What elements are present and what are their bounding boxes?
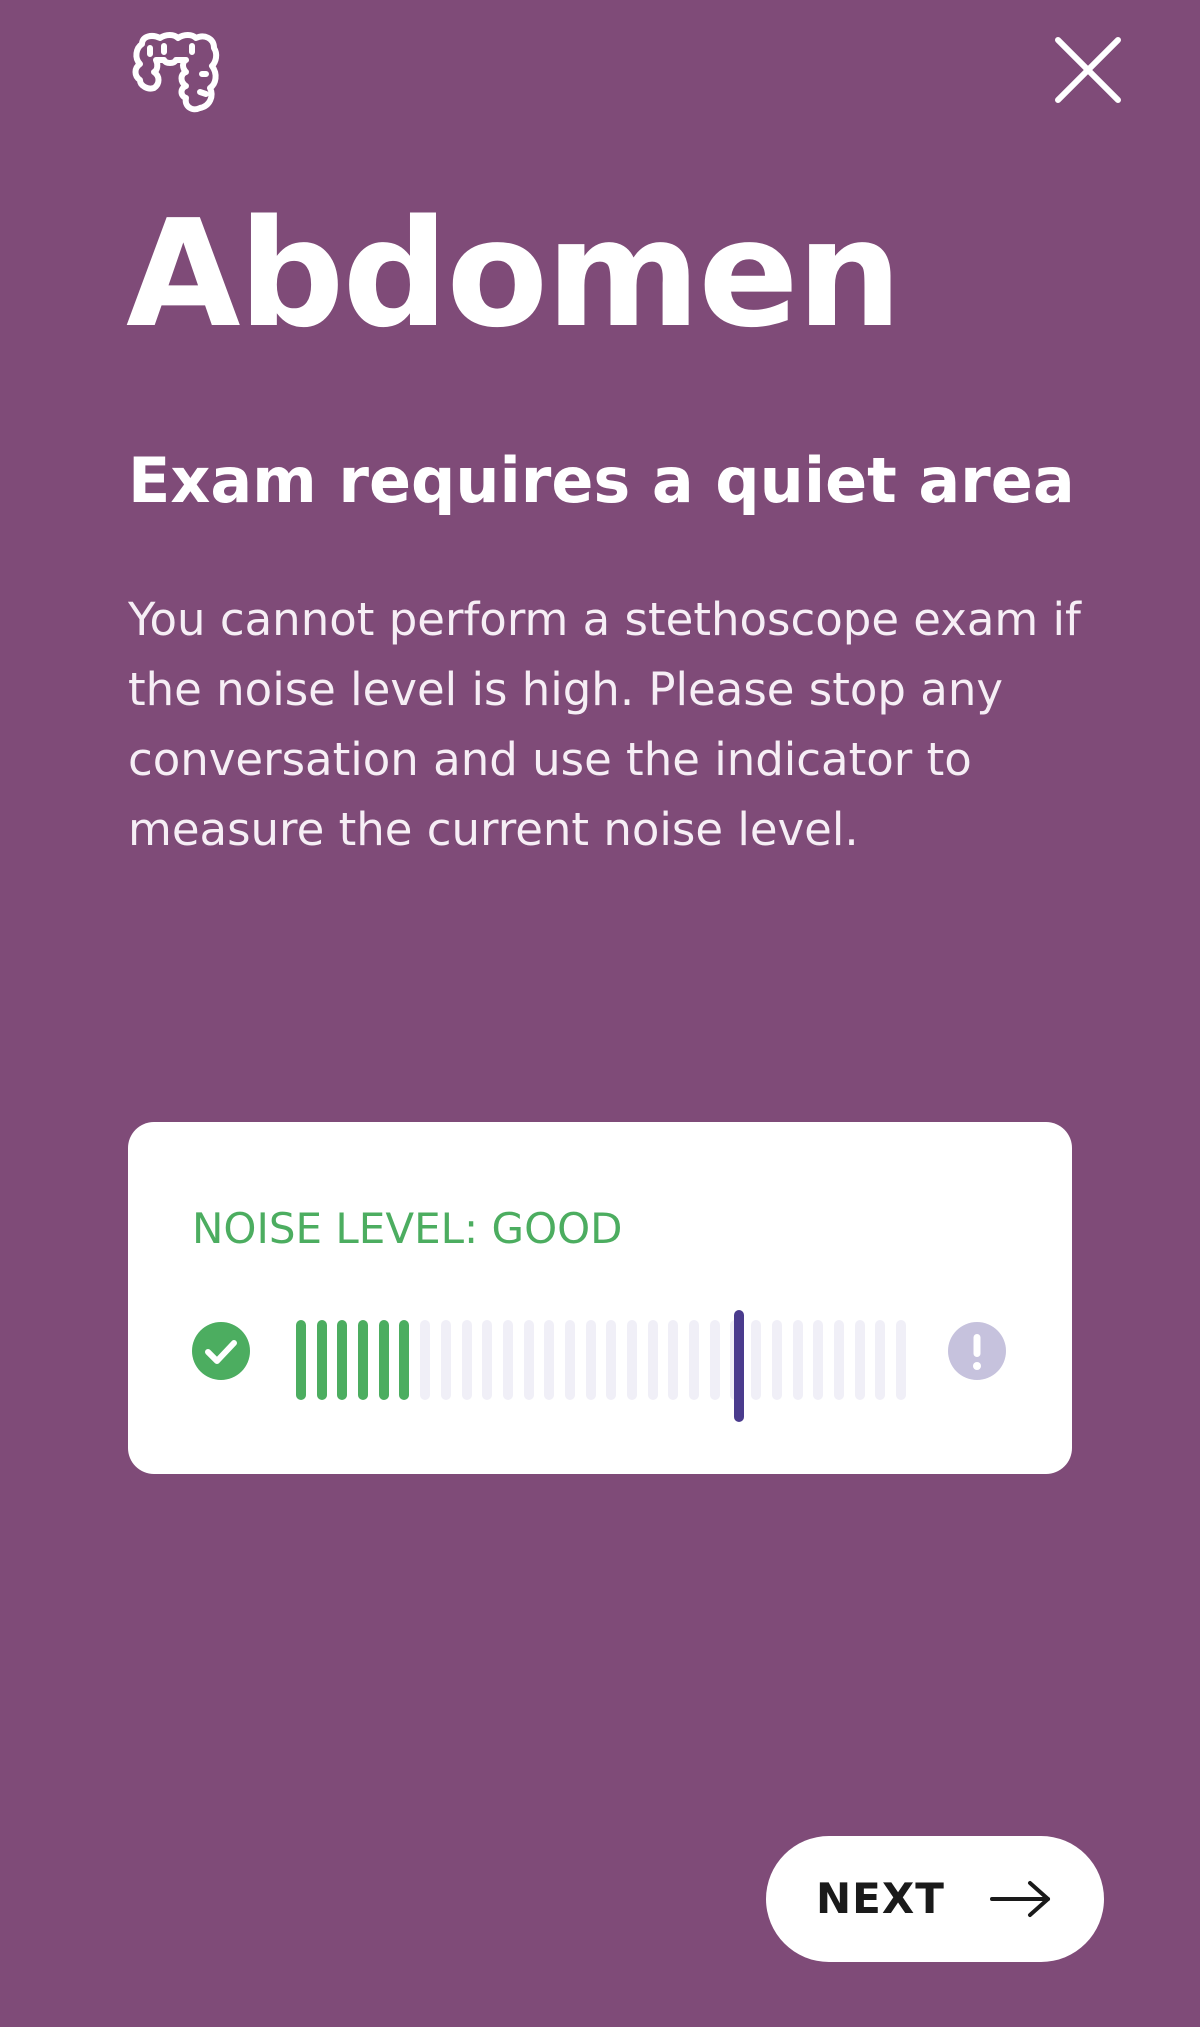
noise-level-meter — [296, 1310, 906, 1422]
meter-bar — [627, 1320, 638, 1400]
arrow-right-icon — [988, 1878, 1054, 1920]
meter-bar — [482, 1320, 493, 1400]
meter-bar-active — [296, 1320, 306, 1400]
meter-bar — [668, 1320, 679, 1400]
meter-bar — [502, 1320, 513, 1400]
meter-bar — [420, 1320, 431, 1400]
meter-bar — [585, 1320, 596, 1400]
close-icon — [1055, 37, 1121, 103]
check-circle-icon — [192, 1322, 250, 1380]
meter-bar-active — [378, 1320, 389, 1400]
meter-bar-active — [316, 1320, 327, 1400]
meter-bar — [833, 1320, 844, 1400]
meter-bar — [751, 1320, 762, 1400]
meter-bar-active — [358, 1320, 369, 1400]
noise-threshold-marker — [734, 1310, 744, 1422]
meter-bar — [564, 1320, 575, 1400]
meter-bar — [813, 1320, 824, 1400]
meter-bar — [647, 1320, 658, 1400]
meter-bar — [606, 1320, 617, 1400]
meter-bar — [875, 1320, 886, 1400]
exclamation-circle-icon — [948, 1322, 1006, 1380]
meter-bar — [709, 1320, 720, 1400]
meter-bar — [896, 1320, 906, 1400]
page-title: Abdomen — [126, 188, 902, 360]
meter-bar — [689, 1320, 700, 1400]
meter-bar — [771, 1320, 782, 1400]
section-heading: Exam requires a quiet area — [128, 444, 1075, 517]
noise-level-label: NOISE LEVEL: GOOD — [192, 1204, 623, 1253]
close-button[interactable] — [1048, 30, 1128, 110]
noise-level-card: NOISE LEVEL: GOOD — [128, 1122, 1072, 1474]
meter-bar — [792, 1320, 803, 1400]
next-button[interactable]: NEXT — [766, 1836, 1104, 1962]
meter-bar — [461, 1320, 472, 1400]
next-button-label: NEXT — [816, 1874, 945, 1923]
meter-bar — [544, 1320, 555, 1400]
meter-bar — [440, 1320, 451, 1400]
intestine-icon — [130, 30, 220, 114]
description-text: You cannot perform a stethoscope exam if… — [128, 593, 1081, 856]
meter-bar-active — [399, 1320, 410, 1400]
meter-bar — [523, 1320, 534, 1400]
meter-bar-active — [337, 1320, 348, 1400]
meter-bar — [854, 1320, 865, 1400]
